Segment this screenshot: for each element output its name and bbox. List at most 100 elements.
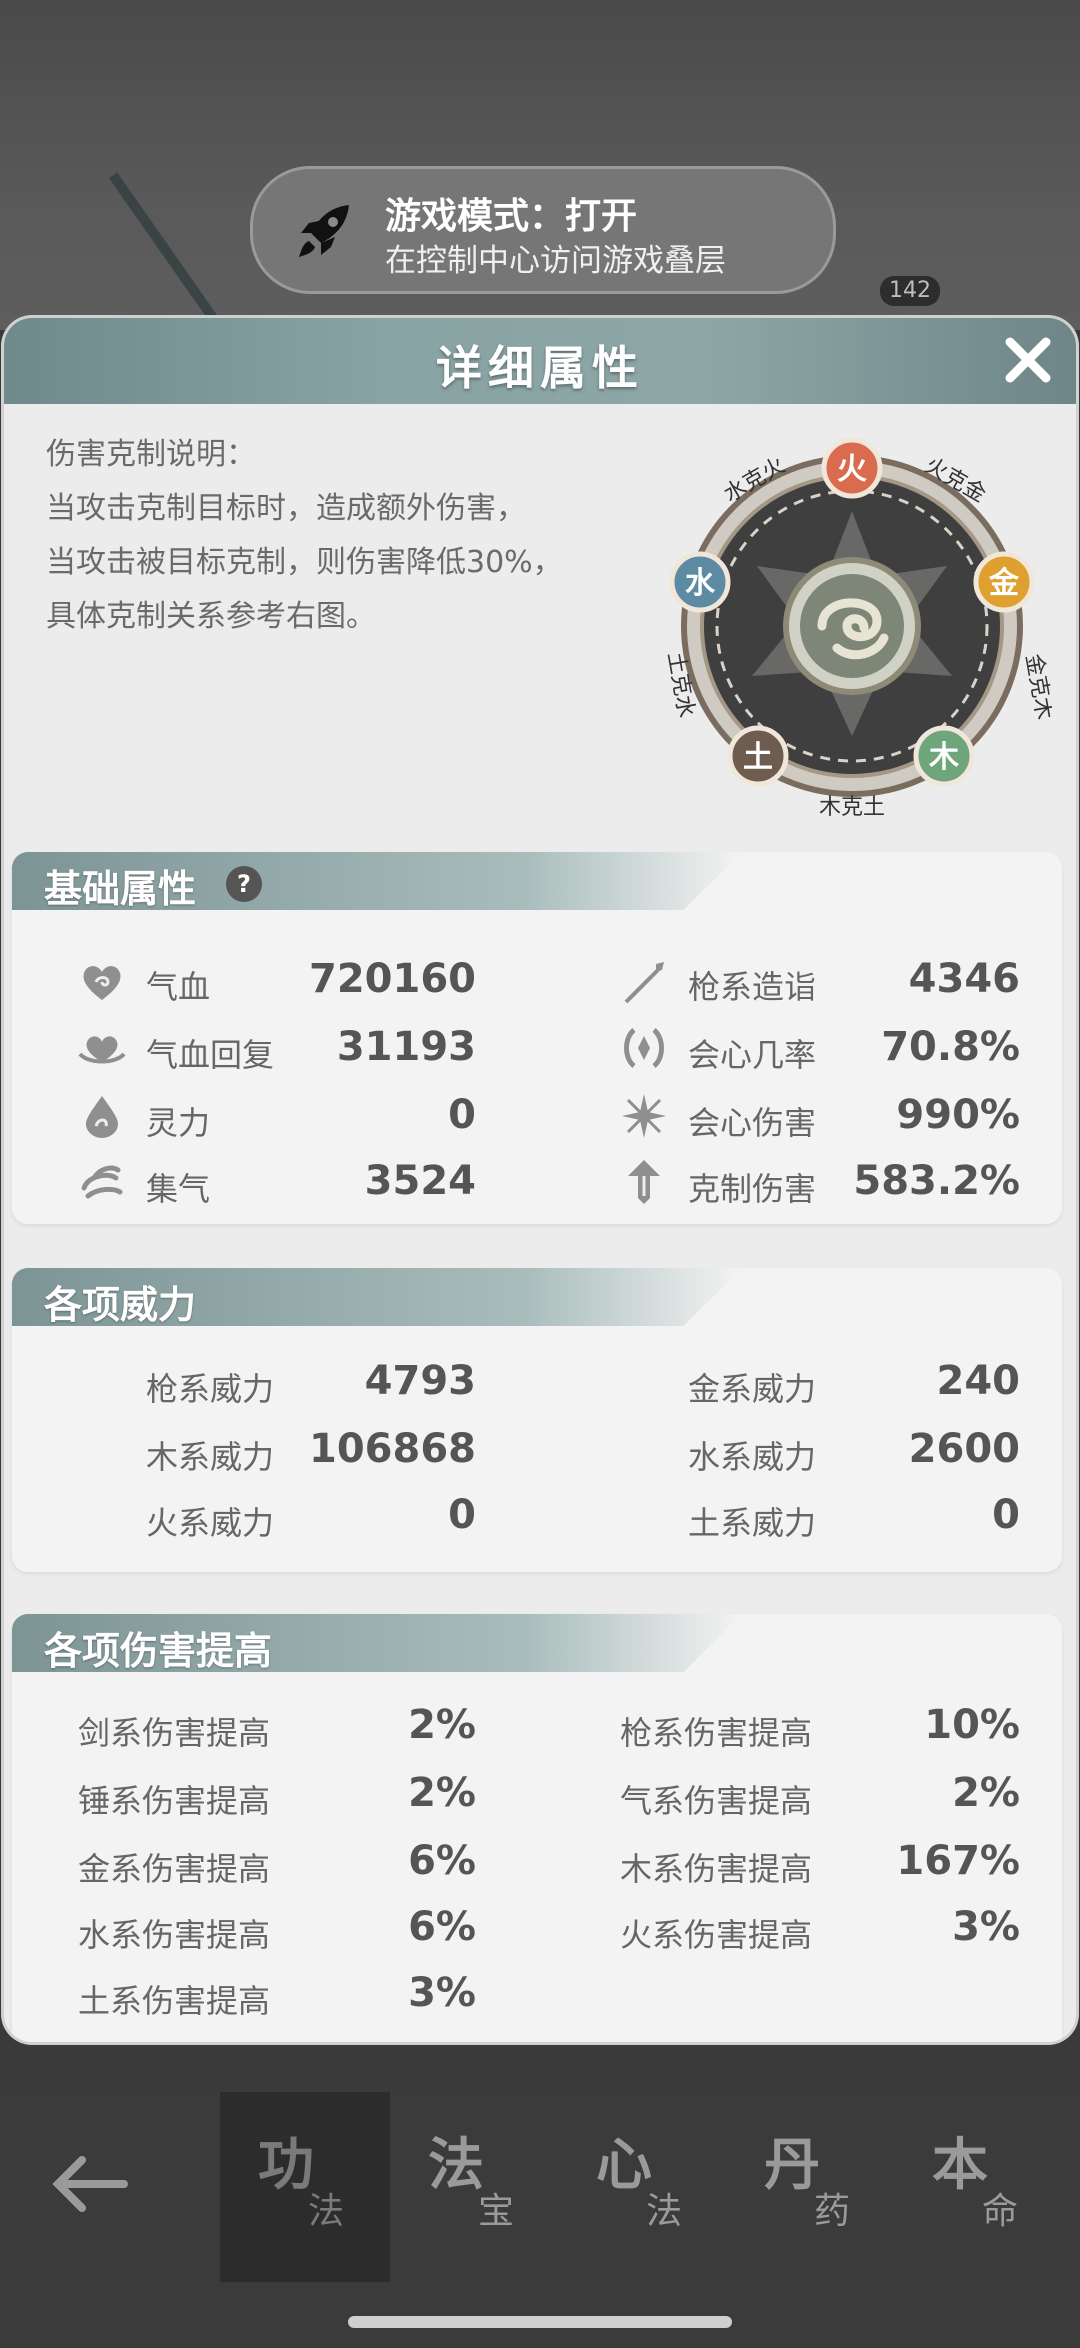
wheel-wood-label: 木 — [928, 740, 959, 775]
five-elements-wheel: 火 金 木 土 水 水克火 火克金 金克木 木克土 土克水 — [662, 437, 1052, 816]
damage-value: 2% — [408, 1770, 476, 1816]
wheel-earth-label: 土 — [743, 740, 773, 775]
tab-big-label: 功 — [258, 2133, 314, 2198]
spirit-drop-icon — [86, 1096, 118, 1138]
explanation-line: 伤害克制说明： — [46, 437, 256, 472]
power-value: 0 — [992, 1492, 1020, 1538]
power-value: 240 — [936, 1358, 1021, 1404]
tab-small-label: 法 — [308, 2191, 345, 2232]
explanation-line: 当攻击克制目标时，造成额外伤害， — [46, 491, 526, 526]
attr-value: 720160 — [309, 956, 476, 1002]
section-title: 各项威力 — [44, 1283, 197, 1327]
attr-label: 克制伤害 — [688, 1170, 817, 1208]
basic-attributes-section: 基础属性 ? 气血 720160 气血回复 31193 灵力 0 集气 3524… — [12, 852, 1062, 1224]
power-label: 枪系威力 — [146, 1370, 275, 1408]
attr-label: 会心伤害 — [688, 1104, 817, 1142]
swirl-icon — [81, 1165, 123, 1199]
rocket-icon — [299, 205, 349, 257]
relation-wood-earth: 木克土 — [819, 795, 885, 816]
relation-metal-wood: 金克木 — [1020, 652, 1052, 721]
damage-label: 水系伤害提高 — [78, 1916, 271, 1954]
counter-damage-icon — [628, 1160, 660, 1204]
power-value: 106868 — [309, 1426, 476, 1472]
damage-label: 气系伤害提高 — [620, 1782, 813, 1820]
power-label: 火系威力 — [146, 1504, 275, 1542]
tab-small-label: 命 — [982, 2191, 1019, 2232]
tab-big-label: 丹 — [764, 2133, 820, 2198]
power-value: 0 — [448, 1492, 476, 1538]
damage-value: 3% — [952, 1904, 1020, 1950]
crit-rate-icon — [624, 1028, 664, 1068]
detail-attributes-panel: 详细属性 伤害克制说明： 当攻击克制目标时，造成额外伤害， 当攻击被目标克制，则… — [4, 318, 1076, 2042]
damage-value: 6% — [408, 1838, 476, 1884]
tab-small-label: 宝 — [478, 2191, 515, 2232]
damage-value: 2% — [408, 1702, 476, 1748]
attr-label: 枪系造诣 — [688, 968, 817, 1006]
background-badge: 142 — [880, 276, 940, 306]
damage-value: 3% — [408, 1970, 476, 2016]
power-label: 金系威力 — [688, 1370, 817, 1408]
power-section: 各项威力 枪系威力 4793 木系威力 106868 火系威力 0 金系威力 2… — [12, 1268, 1062, 1572]
toast-title: 游戏模式：打开 — [385, 196, 638, 237]
damage-label: 锤系伤害提高 — [78, 1782, 271, 1820]
counter-explanation: 伤害克制说明： 当攻击克制目标时，造成额外伤害， 当攻击被目标克制，则伤害降低3… — [46, 428, 563, 644]
tab-natal[interactable]: 本 命 — [894, 2092, 1064, 2282]
water-node: 水 — [669, 551, 731, 613]
attr-label: 集气 — [146, 1170, 211, 1208]
damage-label: 金系伤害提高 — [78, 1850, 271, 1888]
panel-title: 详细属性 — [436, 341, 644, 395]
panel-header: 详细属性 — [4, 318, 1076, 404]
damage-label: 木系伤害提高 — [620, 1850, 813, 1888]
heart-icon — [83, 966, 121, 1000]
tab-small-label: 药 — [814, 2191, 851, 2232]
attr-value: 3524 — [364, 1158, 476, 1204]
wheel-water-label: 水 — [685, 566, 716, 601]
attr-label: 气血 — [146, 968, 211, 1006]
attr-value: 31193 — [336, 1024, 476, 1070]
section-title: 基础属性 — [44, 867, 197, 911]
damage-label: 枪系伤害提高 — [620, 1714, 813, 1752]
damage-label: 土系伤害提高 — [78, 1982, 271, 2020]
tab-small-label: 法 — [646, 2191, 683, 2232]
help-icon[interactable]: ? — [226, 866, 262, 902]
explanation-line: 当攻击被目标克制，则伤害降低30%， — [46, 545, 563, 580]
fire-node: 火 — [821, 437, 883, 499]
tab-treasure[interactable]: 法 宝 — [390, 2092, 560, 2282]
attr-value: 0 — [448, 1092, 476, 1138]
tab-big-label: 法 — [428, 2133, 484, 2198]
damage-value: 2% — [952, 1770, 1020, 1816]
damage-value: 6% — [408, 1904, 476, 1950]
damage-increase-section: 各项伤害提高 剑系伤害提高 2% 锤系伤害提高 2% 金系伤害提高 6% 水系伤… — [12, 1614, 1062, 2042]
back-arrow-icon[interactable] — [48, 2142, 132, 2226]
tab-elixir[interactable]: 丹 药 — [726, 2092, 896, 2282]
section-title: 各项伤害提高 — [44, 1629, 273, 1673]
damage-label: 火系伤害提高 — [620, 1916, 813, 1954]
heart-regen-icon — [78, 1036, 126, 1064]
wheel-metal-label: 金 — [988, 566, 1020, 601]
spear-icon — [624, 962, 664, 1004]
wheel-fire-label: 火 — [837, 452, 867, 487]
metal-node: 金 — [973, 551, 1035, 613]
attr-value: 4346 — [908, 956, 1020, 1002]
attr-label: 会心几率 — [688, 1036, 817, 1074]
attr-label: 气血回复 — [146, 1036, 275, 1074]
attr-value: 990% — [896, 1092, 1020, 1138]
crit-damage-icon — [622, 1094, 666, 1138]
close-icon[interactable] — [1000, 332, 1056, 388]
earth-node: 土 — [727, 725, 789, 787]
power-label: 土系威力 — [688, 1504, 817, 1542]
tab-skills[interactable]: 功 法 — [220, 2092, 390, 2282]
home-indicator[interactable] — [348, 2316, 732, 2328]
tab-big-label: 心 — [596, 2133, 652, 2198]
tab-big-label: 本 — [932, 2133, 988, 2198]
tab-mind-method[interactable]: 心 法 — [558, 2092, 728, 2282]
damage-value: 167% — [896, 1838, 1020, 1884]
power-label: 木系威力 — [146, 1438, 275, 1476]
toast-subtitle: 在控制中心访问游戏叠层 — [385, 243, 726, 279]
damage-label: 剑系伤害提高 — [78, 1714, 271, 1752]
wood-node: 木 — [913, 725, 975, 787]
attr-value: 70.8% — [881, 1024, 1020, 1070]
power-value: 4793 — [364, 1358, 476, 1404]
attr-value: 583.2% — [853, 1158, 1020, 1204]
power-label: 水系威力 — [688, 1438, 817, 1476]
